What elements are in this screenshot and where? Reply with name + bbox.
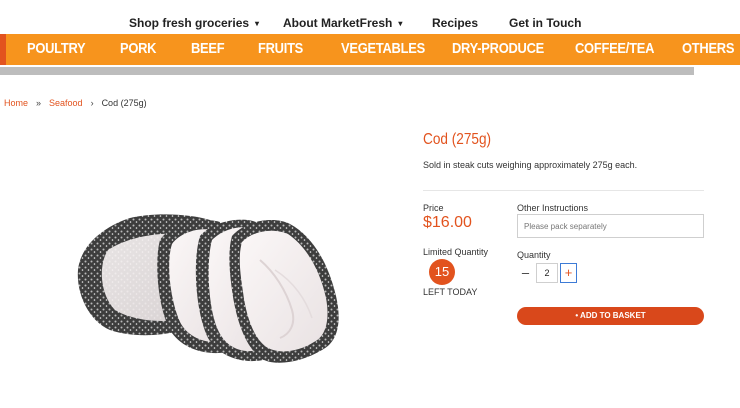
quantity-label: Quantity [517, 250, 551, 260]
product-price: $16.00 [423, 214, 472, 231]
nav-label: Shop fresh groceries [129, 16, 250, 30]
left-today-label: LEFT TODAY [423, 287, 478, 297]
chevron-down-icon: ▾ [255, 19, 260, 28]
category-bar-accent [0, 34, 6, 65]
product-title: Cod (275g) [423, 131, 492, 148]
nav-recipes[interactable]: Recipes [432, 16, 478, 30]
nav-about[interactable]: About MarketFresh ▾ [283, 16, 402, 30]
stock-count-badge: 15 [429, 259, 455, 285]
add-to-basket-button[interactable]: • ADD TO BASKET [517, 307, 704, 325]
category-pork[interactable]: PORK [120, 40, 156, 57]
other-instructions-input[interactable] [517, 214, 704, 238]
nav-label: Recipes [432, 16, 479, 30]
cod-steaks-image [77, 214, 339, 363]
nav-shop-groceries[interactable]: Shop fresh groceries ▾ [129, 16, 259, 30]
category-others[interactable]: OTHERS [682, 40, 734, 57]
breadcrumb-current: Cod (275g) [101, 98, 147, 108]
breadcrumb: Home » Seafood › Cod (275g) [4, 98, 147, 108]
breadcrumb-separator: » [36, 98, 42, 108]
quantity-decrease-button[interactable]: – [517, 263, 534, 283]
breadcrumb-separator: › [90, 98, 94, 108]
category-coffee-tea[interactable]: COFFEE/TEA [575, 40, 654, 57]
other-instructions-label: Other Instructions [517, 203, 589, 213]
breadcrumb-seafood[interactable]: Seafood [49, 98, 83, 108]
category-fruits[interactable]: FRUITS [258, 40, 303, 57]
product-divider [423, 190, 704, 191]
limited-quantity-label: Limited Quantity [423, 247, 489, 257]
quantity-increase-button[interactable]: + [560, 263, 577, 283]
price-label: Price [423, 203, 444, 213]
category-beef[interactable]: BEEF [191, 40, 225, 57]
nav-label: Get in Touch [509, 16, 582, 30]
nav-get-in-touch[interactable]: Get in Touch [509, 16, 581, 30]
chevron-down-icon: ▾ [398, 19, 403, 28]
nav-divider [0, 67, 694, 75]
quantity-value[interactable]: 2 [536, 263, 558, 283]
breadcrumb-home[interactable]: Home [4, 98, 28, 108]
nav-label: About MarketFresh [283, 16, 393, 30]
category-poultry[interactable]: POULTRY [27, 40, 86, 57]
category-bar: POULTRY PORK BEEF FRUITS VEGETABLES DRY-… [0, 34, 740, 65]
category-vegetables[interactable]: VEGETABLES [341, 40, 425, 57]
product-description: Sold in steak cuts weighing approximatel… [423, 160, 638, 170]
category-dry-produce[interactable]: DRY-PRODUCE [452, 40, 544, 57]
top-navigation: Shop fresh groceries ▾ About MarketFresh ▾… [0, 0, 740, 34]
